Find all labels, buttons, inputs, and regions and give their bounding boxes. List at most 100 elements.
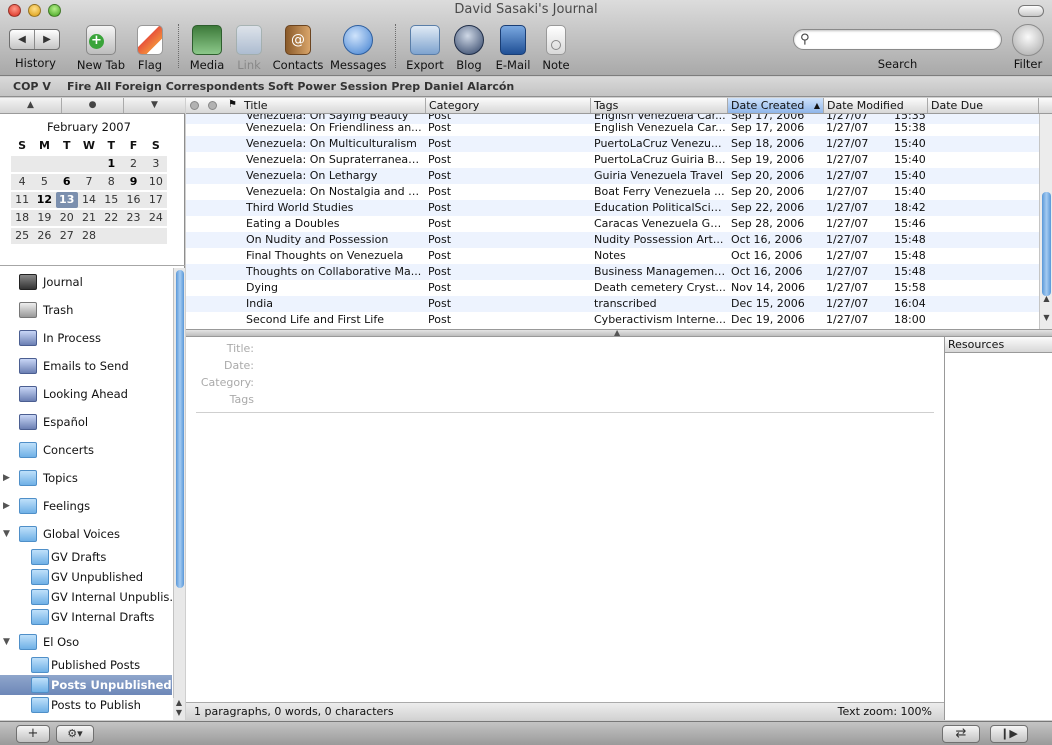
sync-icon[interactable]: ⇄ <box>942 725 980 743</box>
source-published-posts[interactable]: Published Posts <box>0 655 172 675</box>
bookmark-fire-all-foreign-correspondents[interactable]: Fire All Foreign Correspondents <box>67 80 264 93</box>
table-row[interactable]: Final Thoughts on Venezuela Post Notes O… <box>186 248 1039 264</box>
gear-menu-icon[interactable]: ⚙▾ <box>56 725 94 743</box>
source-posts-unpublished[interactable]: Posts Unpublished <box>0 675 172 695</box>
table-row[interactable]: Eating a Doubles Post Caracas Venezuela … <box>186 216 1039 232</box>
disclosure-down-icon[interactable]: ▼ <box>3 631 10 653</box>
pane-splitter[interactable]: ▲ <box>186 328 1052 337</box>
calendar-day[interactable] <box>78 156 100 172</box>
table-row[interactable]: Second Life and First Life Post Cyberact… <box>186 312 1039 328</box>
calendar-prev-arrow-icon[interactable]: ▲ <box>0 98 62 113</box>
column-flag-icon[interactable]: ⚑ <box>228 99 237 110</box>
toolbar-toggle-button[interactable] <box>1018 5 1044 17</box>
table-row[interactable]: Third World Studies Post Education Polit… <box>186 200 1039 216</box>
messages-button[interactable]: Messages <box>330 22 386 72</box>
calendar-next-arrow-icon[interactable]: ▼ <box>124 98 185 113</box>
calendar-day[interactable]: 17 <box>145 192 167 208</box>
calendar-day[interactable] <box>145 228 167 244</box>
source-global-voices[interactable]: ▼ Global Voices <box>0 523 172 545</box>
calendar-day[interactable]: 11 <box>11 192 33 208</box>
scroll-up-arrow-icon[interactable]: ▲ <box>176 698 182 707</box>
calendar-day[interactable]: 23 <box>122 210 144 226</box>
scroll-up-arrow-icon[interactable]: ▲ <box>1040 294 1052 303</box>
table-row[interactable]: Dying Post Death cemetery Cryst... Nov 1… <box>186 280 1039 296</box>
table-row[interactable]: Venezuela: On Nostalgia and E... Post Bo… <box>186 184 1039 200</box>
source-list-scroll-arrows[interactable]: ▲ ▼ <box>173 698 185 720</box>
toggle-pane-icon[interactable]: ❙▶ <box>990 725 1028 743</box>
source-gv-internal-unpublished[interactable]: GV Internal Unpublis... <box>0 587 172 607</box>
history-button[interactable]: History <box>8 53 63 73</box>
scroll-down-arrow-icon[interactable]: ▼ <box>1040 313 1052 322</box>
source-in-process[interactable]: In Process <box>0 327 172 349</box>
calendar-today-dot-icon[interactable]: ● <box>62 98 124 113</box>
blog-button[interactable]: Blog <box>452 22 486 72</box>
column-title[interactable]: Title <box>241 98 426 113</box>
table-row[interactable]: Venezuela: On Friendliness an... Post En… <box>186 120 1039 136</box>
export-button[interactable]: Export <box>404 22 446 72</box>
calendar-day[interactable]: 19 <box>33 210 55 226</box>
calendar-day[interactable]: 20 <box>56 210 78 226</box>
calendar-day[interactable]: 25 <box>11 228 33 244</box>
source-posts-to-publish[interactable]: Posts to Publish <box>0 695 172 715</box>
contacts-button[interactable]: @ Contacts <box>272 22 324 72</box>
source-gv-unpublished[interactable]: GV Unpublished <box>0 567 172 587</box>
search-input[interactable] <box>820 32 990 47</box>
scroll-down-arrow-icon[interactable]: ▼ <box>176 708 182 717</box>
column-tags[interactable]: Tags <box>591 98 728 113</box>
source-emails-to-send[interactable]: Emails to Send <box>0 355 172 377</box>
bookmark-daniel-alarcon[interactable]: Daniel Alarcón <box>424 80 514 93</box>
calendar-day[interactable] <box>56 156 78 172</box>
source-espanol[interactable]: Español <box>0 411 172 433</box>
table-row[interactable]: Thoughts on Collaborative Ma... Post Bus… <box>186 264 1039 280</box>
column-label-icon[interactable] <box>208 101 217 110</box>
calendar-day[interactable] <box>33 156 55 172</box>
source-feelings[interactable]: ▶ Feelings <box>0 495 172 517</box>
calendar-day[interactable]: 9 <box>122 174 144 190</box>
source-gv-drafts[interactable]: GV Drafts <box>0 547 172 567</box>
table-row[interactable]: Venezuela: On Lethargy Post Guiria Venez… <box>186 168 1039 184</box>
calendar-day[interactable]: 1 <box>100 156 122 172</box>
entry-list-scrollbar[interactable]: ▲ ▼ <box>1039 114 1052 329</box>
add-button[interactable]: + <box>16 725 50 743</box>
source-el-oso[interactable]: ▼ El Oso <box>0 631 172 653</box>
source-list-scroll-thumb[interactable] <box>176 270 184 588</box>
calendar-day[interactable]: 24 <box>145 210 167 226</box>
media-button[interactable]: Media <box>188 22 226 72</box>
resources-header[interactable]: Resources <box>945 337 1052 353</box>
calendar-day[interactable]: 15 <box>100 192 122 208</box>
search-field[interactable]: ⚲ <box>793 29 1002 50</box>
disclosure-right-icon[interactable]: ▶ <box>3 495 10 517</box>
column-date-modified[interactable]: Date Modified <box>824 98 928 113</box>
source-looking-ahead[interactable]: Looking Ahead <box>0 383 172 405</box>
calendar-day[interactable]: 8 <box>100 174 122 190</box>
disclosure-down-icon[interactable]: ▼ <box>3 523 10 545</box>
source-gv-internal-drafts[interactable]: GV Internal Drafts <box>0 607 172 627</box>
calendar-day[interactable]: 14 <box>78 192 100 208</box>
forward-arrow-icon[interactable]: ▶ <box>35 30 59 49</box>
calendar-day[interactable]: 18 <box>11 210 33 226</box>
text-zoom-status[interactable]: Text zoom: 100% <box>838 703 932 720</box>
email-button[interactable]: E-Mail <box>492 22 534 72</box>
bookmark-cop-v[interactable]: COP V <box>13 80 51 93</box>
calendar-day[interactable] <box>100 228 122 244</box>
calendar-day[interactable] <box>122 228 144 244</box>
column-marker-icon[interactable] <box>190 101 199 110</box>
bookmark-soft-power-session-prep[interactable]: Soft Power Session Prep <box>268 80 420 93</box>
calendar-day[interactable]: 16 <box>122 192 144 208</box>
source-concerts[interactable]: Concerts <box>0 439 172 461</box>
source-journal[interactable]: Journal <box>0 271 172 293</box>
calendar-day[interactable] <box>11 156 33 172</box>
note-button[interactable]: Note <box>540 22 572 72</box>
table-row[interactable]: On Nudity and Possession Post Nudity Pos… <box>186 232 1039 248</box>
table-row[interactable]: India Post transcribed Dec 15, 2006 1/27… <box>186 296 1039 312</box>
column-date-due[interactable]: Date Due <box>928 98 1039 113</box>
new-tab-button[interactable]: + New Tab <box>74 22 128 72</box>
source-list-scrollbar[interactable] <box>173 268 185 720</box>
link-button[interactable]: Link <box>234 22 264 72</box>
flag-button[interactable]: Flag <box>134 22 166 72</box>
source-trash[interactable]: Trash <box>0 299 172 321</box>
calendar-day[interactable]: 21 <box>78 210 100 226</box>
calendar-day[interactable]: 6 <box>56 174 78 190</box>
disclosure-right-icon[interactable]: ▶ <box>3 467 10 489</box>
back-arrow-icon[interactable]: ◀ <box>10 30 35 49</box>
